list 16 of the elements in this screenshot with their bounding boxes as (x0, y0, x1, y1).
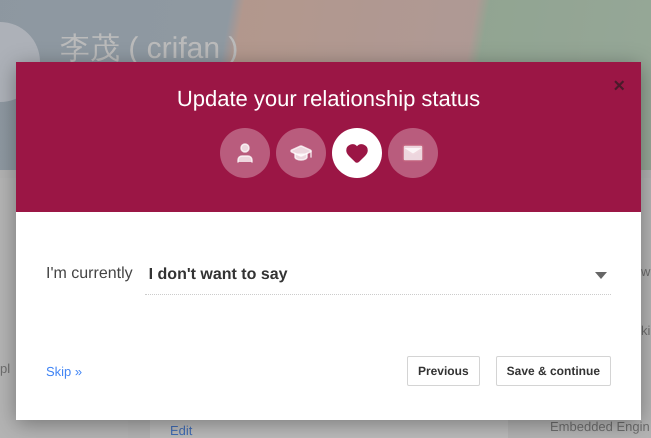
background-text: w (641, 264, 650, 279)
dialog-title: Update your relationship status (176, 86, 480, 112)
step-button[interactable] (276, 128, 326, 178)
background-text: pl (0, 360, 10, 376)
background-text: Embedded Engin (550, 419, 650, 434)
background-text: ki (641, 323, 650, 338)
skip-link[interactable]: Skip » (46, 364, 82, 378)
step-button[interactable] (220, 128, 270, 178)
step-button[interactable] (332, 128, 382, 178)
status-dropdown[interactable]: I don't want to say (144, 262, 611, 295)
step-button[interactable] (388, 128, 438, 178)
save-button[interactable]: Save & continue (496, 356, 611, 386)
heart-icon (344, 141, 368, 165)
previous-button[interactable]: Previous (406, 356, 480, 386)
caret-icon (595, 272, 607, 278)
field-label: I'm currently (46, 264, 133, 282)
